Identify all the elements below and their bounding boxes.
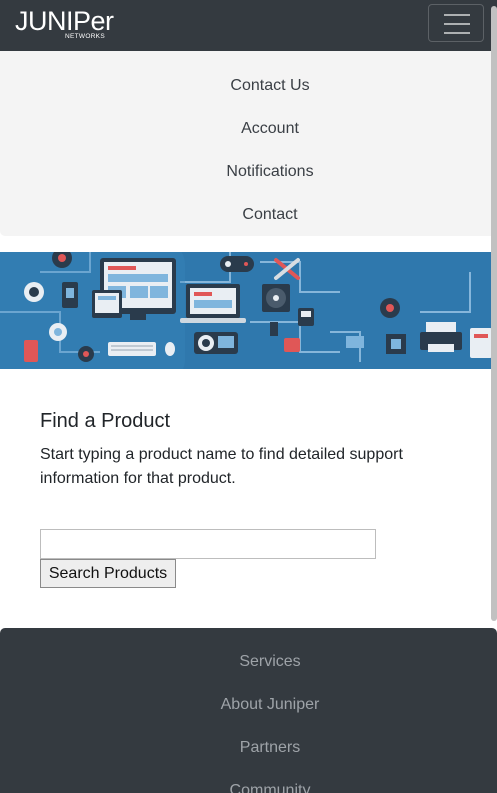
hamburger-icon [444, 14, 470, 16]
laptop-icon [180, 284, 246, 323]
find-product-section: Find a Product Start typing a product na… [40, 408, 460, 491]
printer-icon [420, 322, 462, 352]
nav-dropdown: Contact Us Account Notifications Contact [0, 51, 497, 236]
nav-item-notifications[interactable]: Notifications [0, 162, 497, 182]
juniper-logo[interactable]: JUNIPer NETWORKS [15, 4, 119, 40]
search-products-button[interactable]: Search Products [40, 559, 176, 588]
hamburger-icon-bar [444, 32, 470, 34]
logo-wordmark: JUNIPer [15, 6, 114, 36]
footer-link-about-juniper[interactable]: About Juniper [0, 695, 497, 715]
nav-item-account[interactable]: Account [0, 119, 497, 139]
footer-link-services[interactable]: Services [0, 652, 497, 672]
footer: Services About Juniper Partners Communit… [0, 628, 497, 793]
menu-toggle-button[interactable] [428, 4, 484, 42]
camera-icon [194, 332, 238, 354]
nav-item-contact[interactable]: Contact [0, 205, 497, 225]
navbar: JUNIPer NETWORKS [0, 0, 497, 51]
gamepad-icon [220, 256, 254, 272]
nav-item-contact-us[interactable]: Contact Us [0, 76, 497, 96]
usb-icon [270, 308, 314, 352]
page-title: Find a Product [40, 410, 171, 432]
footer-link-partners[interactable]: Partners [0, 738, 497, 758]
footer-link-community[interactable]: Community [0, 781, 497, 793]
hero-banner [0, 252, 497, 369]
product-search-input[interactable] [40, 529, 376, 559]
fan-icon [262, 284, 290, 312]
page-scrollbar[interactable] [491, 6, 497, 621]
logo-subtext: NETWORKS [65, 33, 105, 40]
hamburger-icon-bar [444, 23, 470, 25]
page-description: Start typing a product name to find deta… [40, 446, 403, 487]
chip-icon [386, 334, 406, 354]
